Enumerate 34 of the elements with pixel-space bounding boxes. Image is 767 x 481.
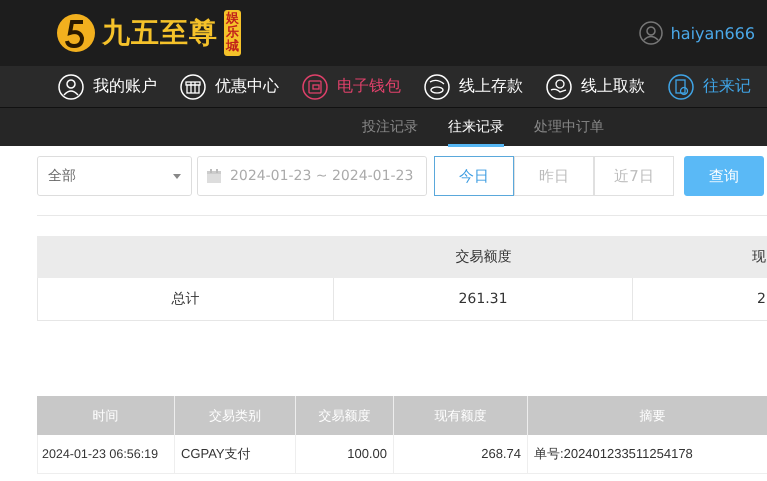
hand-coin-icon [424, 74, 450, 100]
wallet-icon [302, 74, 328, 100]
type-select[interactable]: 全部 [37, 156, 192, 196]
table-cell: 2024-01-23 06:56:19 [37, 435, 175, 474]
document-clock-icon [668, 74, 694, 100]
date-range-tab[interactable]: 今日 [434, 156, 514, 196]
nav-item[interactable]: 优惠中心 [180, 74, 302, 100]
user-icon [58, 74, 84, 100]
column-header: 交易额度 [334, 236, 633, 278]
dropdown-caret-icon [173, 174, 181, 178]
table-cell: 261.31 [334, 278, 633, 321]
subnav-tab[interactable]: 往来记录 [448, 108, 504, 146]
brand-name: 九五至尊 [102, 14, 218, 51]
nav-item[interactable]: 线上取款 [546, 74, 668, 100]
column-header: 现 [633, 236, 767, 278]
table-cell: 100.00 [296, 435, 394, 474]
logo-icon [56, 12, 96, 53]
username-link[interactable]: haiyan666 [670, 24, 755, 42]
table-cell: 总计 [37, 278, 334, 321]
brand-badge: 娱乐城 [224, 10, 241, 56]
subnav-tab[interactable]: 投注记录 [362, 108, 418, 146]
table-cell: 单号:202401233511254178 [528, 435, 767, 474]
table-cell: 268.74 [394, 435, 528, 474]
table-cell: 2 [633, 278, 767, 321]
nav-item[interactable]: 电子钱包 [302, 74, 424, 100]
table-cell: CGPAY支付 [175, 435, 296, 474]
gift-icon [180, 74, 206, 100]
subnav-tab[interactable]: 处理中订单 [534, 108, 604, 146]
nav-item[interactable]: 往来记 [668, 74, 767, 100]
hand-dollar-icon [546, 74, 572, 100]
nav-item[interactable]: 我的账户 [58, 74, 180, 100]
user-icon [638, 21, 663, 45]
calendar-icon [206, 168, 222, 184]
nav-item[interactable]: 线上存款 [424, 74, 546, 100]
